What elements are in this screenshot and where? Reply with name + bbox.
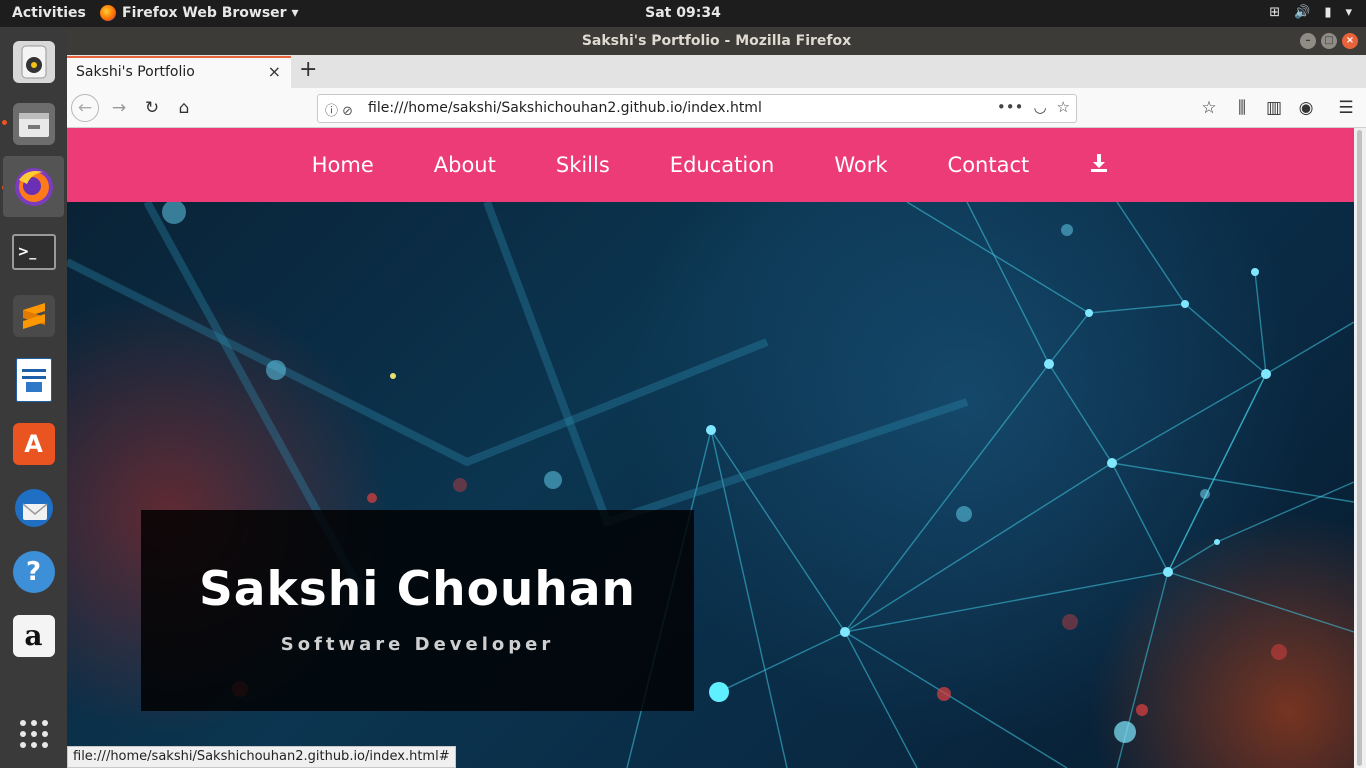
hero-section: Sakshi Chouhan Software Developer [67,202,1354,768]
nav-about[interactable]: About [404,153,526,177]
clock[interactable]: Sat 09:34 [0,5,1366,21]
hero-name: Sakshi Chouhan [198,562,637,617]
dock-help[interactable]: ? [3,541,64,602]
dock-software[interactable]: A [3,413,64,474]
scrollbar-thumb[interactable] [1357,130,1362,766]
page-actions-icon[interactable]: ••• [997,98,1024,116]
terminal-icon: >_ [11,233,56,270]
arrow-right-icon: → [111,98,127,118]
arrow-left-icon: ← [77,98,93,118]
hero-name-card: Sakshi Chouhan Software Developer [141,510,694,711]
site-info-icon[interactable]: ⓘ ⊘ [325,100,353,119]
hero-role: Software Developer [280,634,555,655]
tab-portfolio[interactable]: Sakshi's Portfolio × [67,56,291,88]
system-tray[interactable]: ⊞ 🔊 ▮ ▾ [1269,5,1352,20]
reload-button[interactable]: ↻ [138,94,166,122]
nav-education[interactable]: Education [640,153,805,177]
dock-firefox[interactable] [3,156,64,217]
site-navbar: Home About Skills Education Work Contact [67,128,1354,202]
sidebar-icon: ▥ [1265,98,1283,118]
account-button[interactable]: ◉ [1292,94,1320,122]
dock-sublime[interactable] [3,285,64,346]
dock-writer[interactable] [3,349,64,410]
nav-contact[interactable]: Contact [918,153,1060,177]
link-status-bar: file:///home/sakshi/Sakshichouhan2.githu… [67,746,456,768]
rhythmbox-icon [12,40,55,83]
home-icon: ⌂ [178,98,190,118]
amazon-icon: a [12,614,55,657]
volume-icon: 🔊 [1294,5,1311,20]
window-title: Sakshi's Portfolio - Mozilla Firefox [581,33,852,49]
reload-icon: ↻ [144,98,160,118]
firefox-window: Sakshi's Portfolio - Mozilla Firefox – □… [67,27,1366,768]
close-window-button[interactable]: × [1342,33,1358,49]
battery-icon: ▮ [1324,5,1332,20]
tab-bar: Sakshi's Portfolio × + [67,55,1366,88]
window-controls: – □ × [1300,33,1358,49]
dock-app-grid[interactable] [3,703,64,764]
system-top-bar: Activities Firefox Web Browser ▾ Sat 09:… [0,0,1366,27]
dock-rhythmbox[interactable] [3,31,64,92]
pocket-icon[interactable]: ◡ [1033,98,1046,116]
download-icon [1091,153,1108,172]
navigation-toolbar: ← → ↻ ⌂ ⓘ ⊘ file:///home/sakshi/Sakshich… [67,88,1366,128]
software-center-icon: A [12,422,55,465]
dock-files[interactable] [3,93,64,154]
nav-work[interactable]: Work [804,153,917,177]
libreoffice-writer-icon [15,357,52,402]
dock-thunderbird[interactable] [3,477,64,538]
library-button[interactable]: ⫼ [1228,94,1256,122]
url-bar-actions: ••• ◡ ☆ [997,98,1070,116]
app-grid-icon [13,713,55,755]
menu-icon: ☰ [1338,98,1354,118]
page-viewport: Home About Skills Education Work Contact [67,128,1354,768]
tab-title: Sakshi's Portfolio [76,64,195,80]
account-icon: ◉ [1298,98,1314,118]
home-button[interactable]: ⌂ [170,94,198,122]
bookmarks-menu-button[interactable]: ☆ [1195,94,1223,122]
url-text: file:///home/sakshi/Sakshichouhan2.githu… [368,100,762,116]
chevron-down-icon: ▾ [1345,5,1352,20]
bookmark-star-icon[interactable]: ☆ [1057,98,1070,116]
nav-home[interactable]: Home [282,153,404,177]
minimize-button[interactable]: – [1300,33,1316,49]
url-bar[interactable]: ⓘ ⊘ file:///home/sakshi/Sakshichouhan2.g… [317,94,1077,123]
dock: >_ A ? a [0,27,67,768]
help-icon: ? [12,550,55,593]
dock-terminal[interactable]: >_ [3,221,64,282]
firefox-icon [13,166,55,208]
sidebar-button[interactable]: ▥ [1260,94,1288,122]
back-button[interactable]: ← [71,94,99,122]
nav-skills[interactable]: Skills [526,153,640,177]
thunderbird-icon [13,487,55,529]
files-icon [12,102,55,145]
download-resume-button[interactable] [1059,153,1139,178]
window-titlebar[interactable]: Sakshi's Portfolio - Mozilla Firefox – □… [67,27,1366,55]
hamburger-menu-button[interactable]: ☰ [1332,94,1360,122]
library-icon: ⫼ [1238,98,1246,118]
network-icon: ⊞ [1269,5,1281,20]
close-tab-icon[interactable]: × [268,62,281,81]
sublime-text-icon [12,294,55,337]
bookmarks-icon: ☆ [1201,98,1217,118]
forward-button[interactable]: → [105,94,133,122]
maximize-button[interactable]: □ [1321,33,1337,49]
new-tab-button[interactable]: + [299,57,317,82]
page-scrollbar[interactable] [1354,128,1366,768]
dock-amazon[interactable]: a [3,605,64,666]
